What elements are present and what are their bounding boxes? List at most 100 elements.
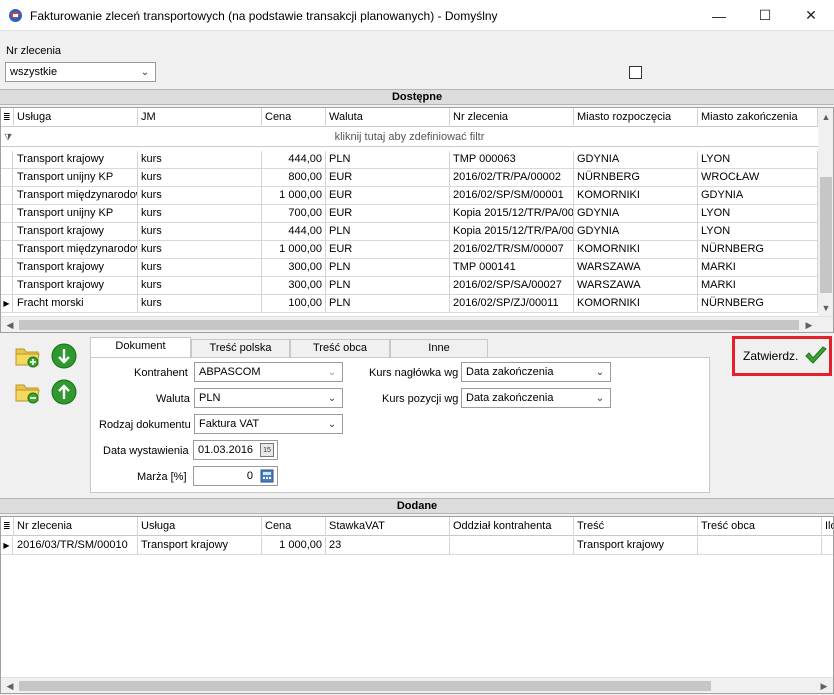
kontrahent-select[interactable]: ABPASCOM ⌄ bbox=[194, 362, 343, 382]
dodane-hscroll-thumb[interactable] bbox=[19, 681, 711, 691]
tab-inne[interactable]: Inne bbox=[390, 339, 488, 357]
kontrahent-value: ABPASCOM bbox=[199, 366, 261, 378]
dostepne-vscroll-thumb[interactable] bbox=[820, 177, 832, 293]
table-cell: KOMORNIKI bbox=[574, 295, 698, 313]
dostepne-vscrollbar[interactable]: ▲ ▼ bbox=[818, 108, 833, 318]
col-header-usluga[interactable]: Usługa bbox=[14, 108, 138, 127]
table-cell: 2016/02/TR/SM/00007 bbox=[450, 241, 574, 259]
dodane-hscrollbar[interactable]: ◀ ▶ bbox=[1, 677, 833, 693]
table-row[interactable]: ▶ 2016/03/TR/SM/00010 Transport krajowy 1 0… bbox=[1, 537, 833, 555]
col-header-ilosc[interactable]: Ilo bbox=[822, 517, 833, 536]
table-cell: 2016/02/SP/SA/00027 bbox=[450, 277, 574, 295]
table-row[interactable]: Transport unijny KP kurs 700,00 EUR Kopia 20… bbox=[1, 205, 818, 223]
confirm-label: Zatwierdz. bbox=[743, 349, 799, 363]
table-row[interactable]: Transport krajowy kurs 444,00 PLN Kopia 2015… bbox=[1, 223, 818, 241]
row-indicator[interactable]: ▶ bbox=[1, 295, 13, 313]
col-header-stawka-vat[interactable]: StawkaVAT bbox=[326, 517, 450, 536]
table-row[interactable]: Transport krajowy kurs 444,00 PLN TMP 000063… bbox=[1, 151, 818, 169]
row-indicator[interactable] bbox=[1, 241, 13, 259]
table-cell: 444,00 bbox=[262, 223, 326, 241]
table-cell: WROCŁAW bbox=[698, 169, 818, 187]
tab-tresc-obca[interactable]: Treść obca bbox=[290, 339, 390, 357]
col-header-miasto-zakonczenia[interactable]: Miasto zakończenia bbox=[698, 108, 818, 127]
row-indicator[interactable] bbox=[1, 205, 13, 223]
dostepne-grid-header: ≣ Usługa JM Cena Waluta Nr zlecenia Mias… bbox=[1, 108, 818, 127]
remove-folder-icon[interactable] bbox=[14, 378, 42, 406]
data-wystawienia-input[interactable]: 01.03.2016 15 bbox=[193, 440, 278, 460]
maximize-button[interactable]: ☐ bbox=[742, 0, 788, 31]
col-header-usluga[interactable]: Usługa bbox=[138, 517, 262, 536]
column-chooser-icon[interactable]: ≣ bbox=[1, 108, 14, 127]
table-row[interactable]: ▶ Fracht morski kurs 100,00 PLN 2016/02/SP/ZJ… bbox=[1, 295, 818, 313]
scroll-left-icon[interactable]: ◀ bbox=[2, 678, 18, 693]
table-cell: TMP 000141 bbox=[450, 259, 574, 277]
add-folder-icon[interactable] bbox=[14, 342, 42, 370]
scroll-right-icon[interactable]: ▶ bbox=[801, 317, 817, 332]
filter-row[interactable]: ⧩ kliknij tutaj aby zdefiniować filtr bbox=[1, 127, 818, 147]
kurs-naglowka-select[interactable]: Data zakończenia ⌄ bbox=[461, 362, 611, 382]
dostepne-hscroll-thumb[interactable] bbox=[19, 320, 799, 330]
table-row[interactable]: Transport międzynarodowy kurs 1 000,00 EUR 2… bbox=[1, 187, 818, 205]
col-header-tresc-obca[interactable]: Treść obca bbox=[698, 517, 822, 536]
table-cell: kurs bbox=[138, 259, 262, 277]
row-indicator[interactable] bbox=[1, 223, 13, 241]
col-header-tresc[interactable]: Treść bbox=[574, 517, 698, 536]
move-up-icon[interactable] bbox=[50, 378, 78, 406]
calendar-icon[interactable]: 15 bbox=[260, 443, 274, 457]
table-cell: Transport międzynarodowy bbox=[14, 187, 138, 205]
col-header-cena[interactable]: Cena bbox=[262, 108, 326, 127]
table-row[interactable]: Transport krajowy kurs 300,00 PLN 2016/02/SP… bbox=[1, 277, 818, 295]
col-header-jm[interactable]: JM bbox=[138, 108, 262, 127]
data-wystawienia-value: 01.03.2016 bbox=[198, 444, 254, 456]
nr-zlecenia-select[interactable]: wszystkie ⌄ bbox=[5, 62, 156, 82]
col-header-miasto-rozpoczecia[interactable]: Miasto rozpoczęcia bbox=[574, 108, 698, 127]
maximize-icon: ☐ bbox=[758, 7, 772, 23]
confirm-button[interactable]: Zatwierdz. bbox=[732, 336, 832, 376]
close-button[interactable]: ✕ bbox=[788, 0, 834, 31]
col-header-oddzial-kontrahenta[interactable]: Oddział kontrahenta bbox=[450, 517, 574, 536]
table-cell: EUR bbox=[326, 241, 450, 259]
kurs-pozycji-select[interactable]: Data zakończenia ⌄ bbox=[461, 388, 611, 408]
rodzaj-dokumentu-select[interactable]: Faktura VAT ⌄ bbox=[194, 414, 343, 434]
tab-dokument[interactable]: Dokument bbox=[90, 337, 191, 357]
tab-tresc-polska[interactable]: Treść polska bbox=[191, 339, 290, 357]
table-cell: kurs bbox=[138, 277, 262, 295]
table-cell: GDYNIA bbox=[574, 151, 698, 169]
calculator-icon[interactable] bbox=[260, 469, 274, 483]
dostepne-hscrollbar[interactable]: ◀ ▶ bbox=[1, 316, 833, 332]
table-cell: 23 bbox=[326, 537, 450, 555]
table-row[interactable]: Transport unijny KP kurs 800,00 EUR 2016/02/… bbox=[1, 169, 818, 187]
row-indicator[interactable]: ▶ bbox=[1, 537, 13, 555]
minimize-button[interactable]: — bbox=[696, 0, 742, 31]
table-cell: Transport krajowy bbox=[14, 277, 138, 295]
marza-input[interactable]: 0 bbox=[193, 466, 278, 486]
filter-icon: ⧩ bbox=[4, 132, 13, 142]
table-cell: Fracht morski bbox=[14, 295, 138, 313]
kurs-pozycji-label: Kurs pozycji wg bbox=[382, 393, 459, 405]
table-row[interactable]: Transport krajowy kurs 300,00 PLN TMP 000141… bbox=[1, 259, 818, 277]
row-indicator[interactable] bbox=[1, 259, 13, 277]
table-cell: kurs bbox=[138, 151, 262, 169]
column-chooser-icon[interactable]: ≣ bbox=[1, 517, 14, 536]
scroll-left-icon[interactable]: ◀ bbox=[2, 317, 18, 332]
filter-checkbox[interactable] bbox=[629, 66, 642, 79]
row-indicator[interactable] bbox=[1, 187, 13, 205]
row-indicator[interactable] bbox=[1, 277, 13, 295]
dostepne-header: Dostępne bbox=[0, 89, 834, 105]
scroll-up-icon[interactable]: ▲ bbox=[818, 109, 833, 125]
move-down-icon[interactable] bbox=[50, 342, 78, 370]
col-header-waluta[interactable]: Waluta bbox=[326, 108, 450, 127]
scroll-right-icon[interactable]: ▶ bbox=[816, 678, 832, 693]
row-indicator[interactable] bbox=[1, 169, 13, 187]
table-cell: 2016/02/TR/PA/00002 bbox=[450, 169, 574, 187]
row-indicator[interactable] bbox=[1, 151, 13, 169]
col-header-nr-zlecenia[interactable]: Nr zlecenia bbox=[14, 517, 138, 536]
scroll-down-icon[interactable]: ▼ bbox=[818, 300, 833, 316]
kurs-naglowka-value: Data zakończenia bbox=[466, 366, 554, 378]
window-title: Fakturowanie zleceń transportowych (na p… bbox=[30, 9, 498, 23]
waluta-select[interactable]: PLN ⌄ bbox=[194, 388, 343, 408]
col-header-cena[interactable]: Cena bbox=[262, 517, 326, 536]
table-row[interactable]: Transport międzynarodowy kurs 1 000,00 EUR 2… bbox=[1, 241, 818, 259]
col-header-nr-zlecenia[interactable]: Nr zlecenia bbox=[450, 108, 574, 127]
table-cell: 1 000,00 bbox=[262, 241, 326, 259]
